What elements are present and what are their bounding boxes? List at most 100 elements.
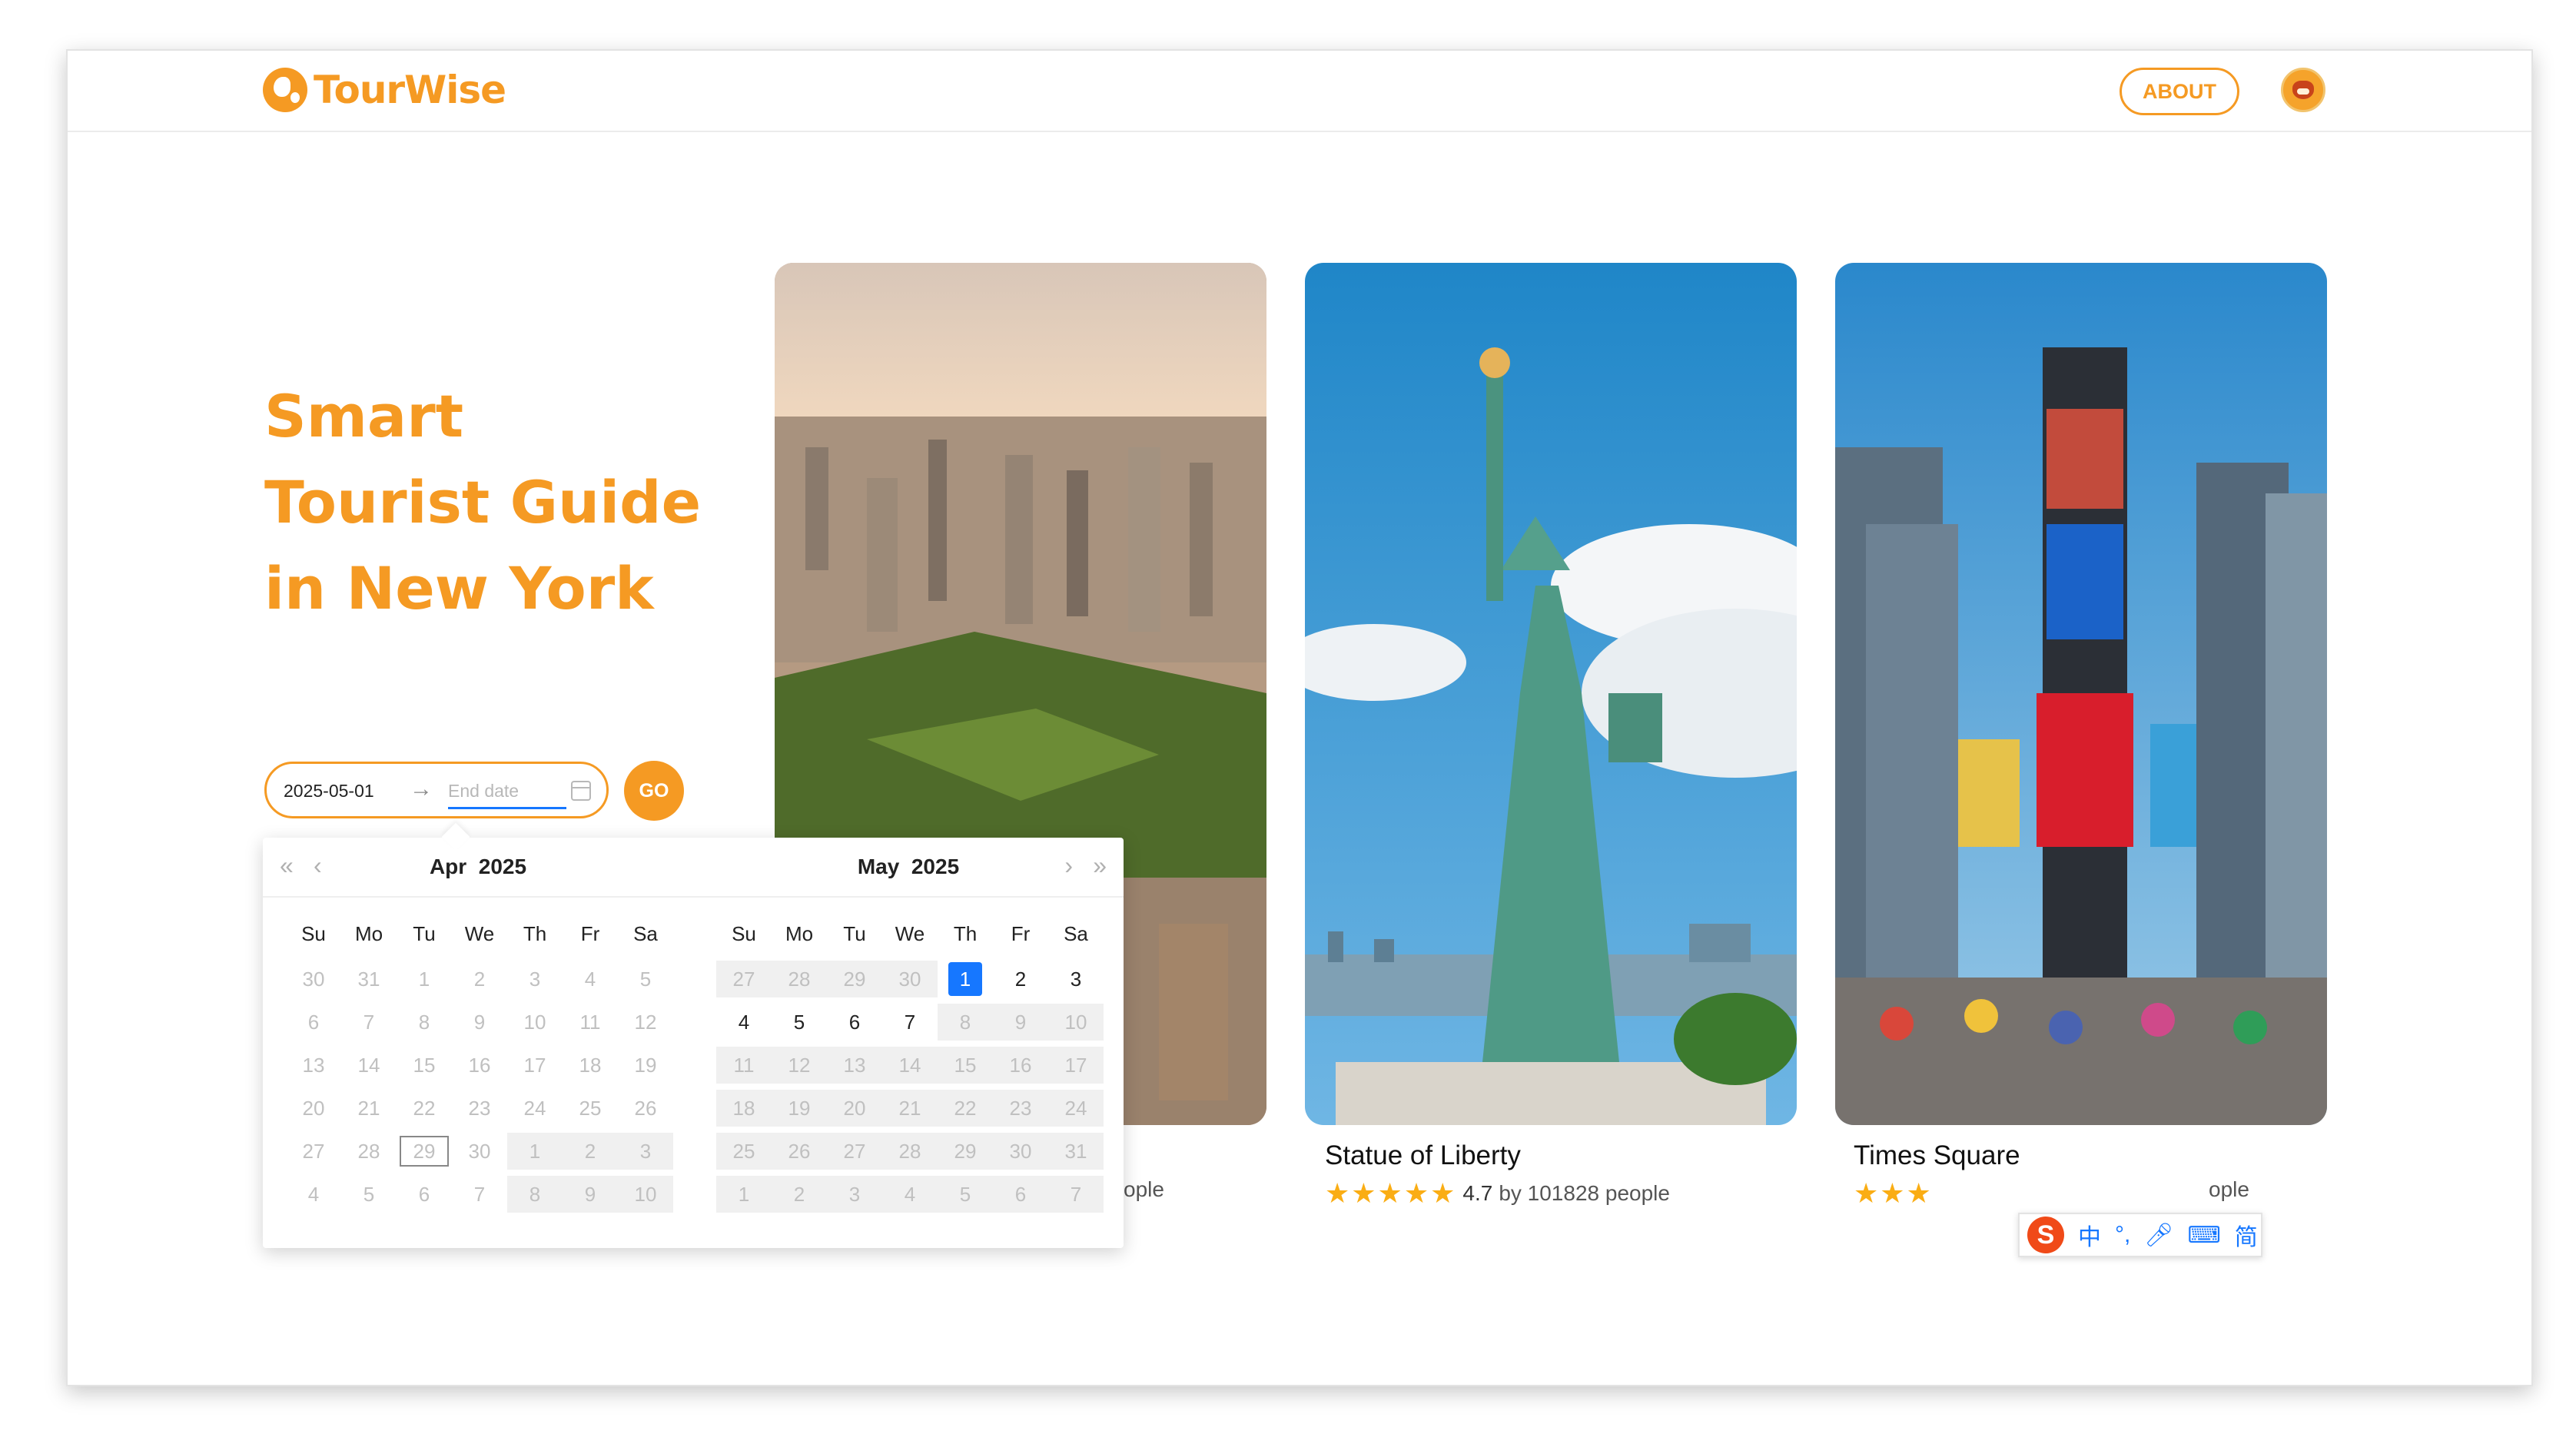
calendar-day[interactable]: 2 [452,961,507,997]
month-year-label[interactable]: May 2025 [693,855,1124,879]
calendar-day[interactable]: 14 [341,1047,397,1084]
calendar-day[interactable]: 7 [341,1004,397,1041]
calendar-day[interactable]: 16 [452,1047,507,1084]
calendar-day[interactable]: 12 [618,1004,673,1041]
calendar-day[interactable]: 4 [882,1176,938,1213]
calendar-day[interactable]: 28 [772,961,827,997]
calendar-day[interactable]: 20 [286,1090,341,1127]
calendar-day[interactable]: 20 [827,1090,882,1127]
ime-logo-icon[interactable]: S [2027,1217,2064,1253]
calendar-day[interactable]: 10 [1048,1004,1104,1041]
times-square-image[interactable] [1835,263,2327,1125]
calendar-day[interactable]: 26 [618,1090,673,1127]
calendar-day[interactable]: 7 [452,1176,507,1213]
calendar-day[interactable]: 1 [938,961,993,997]
calendar-day[interactable]: 2 [772,1176,827,1213]
calendar-day[interactable]: 13 [286,1047,341,1084]
calendar-day[interactable]: 4 [286,1176,341,1213]
ime-chinese-toggle[interactable]: 中 [2078,1218,2101,1252]
go-button[interactable]: GO [624,761,684,821]
calendar-day[interactable]: 6 [286,1004,341,1041]
calendar-day[interactable]: 23 [452,1090,507,1127]
calendar-day[interactable]: 16 [993,1047,1048,1084]
calendar-day[interactable]: 29 [397,1133,452,1170]
calendar-day[interactable]: 29 [938,1133,993,1170]
calendar-day[interactable]: 15 [397,1047,452,1084]
calendar-day[interactable]: 5 [938,1176,993,1213]
calendar-icon[interactable] [571,781,591,801]
calendar-day[interactable]: 11 [563,1004,618,1041]
calendar-day[interactable]: 5 [772,1004,827,1041]
calendar-day[interactable]: 22 [397,1090,452,1127]
statue-of-liberty-image[interactable] [1305,263,1797,1125]
calendar-day[interactable]: 17 [1048,1047,1104,1084]
calendar-day[interactable]: 7 [882,1004,938,1041]
calendar-day[interactable]: 3 [1048,961,1104,997]
calendar-day[interactable]: 13 [827,1047,882,1084]
calendar-day[interactable]: 21 [882,1090,938,1127]
calendar-day[interactable]: 3 [618,1133,673,1170]
calendar-day[interactable]: 9 [993,1004,1048,1041]
start-date-input[interactable]: 2025-05-01 [284,781,374,802]
about-button[interactable]: ABOUT [2120,68,2239,115]
avatar[interactable] [2281,68,2325,112]
end-date-input[interactable]: End date [448,781,519,802]
date-range-picker[interactable]: 2025-05-01 → End date [264,762,609,818]
calendar-day[interactable]: 24 [507,1090,563,1127]
calendar-day[interactable]: 6 [397,1176,452,1213]
card-title-times-square[interactable]: Times Square [1854,1140,2020,1171]
calendar-day[interactable]: 10 [507,1004,563,1041]
calendar-day[interactable]: 31 [1048,1133,1104,1170]
calendar-day[interactable]: 1 [397,961,452,997]
mic-icon[interactable]: 🎤︎ [2144,1222,2173,1249]
calendar-day[interactable]: 31 [341,961,397,997]
calendar-day[interactable]: 28 [882,1133,938,1170]
calendar-day[interactable]: 3 [827,1176,882,1213]
keyboard-icon[interactable]: ⌨ [2187,1222,2220,1249]
calendar-day[interactable]: 19 [618,1047,673,1084]
ime-toolbar[interactable]: S 中 °, 🎤︎ ⌨ 简 [2018,1213,2262,1257]
calendar-day[interactable]: 23 [993,1090,1048,1127]
calendar-day[interactable]: 25 [563,1090,618,1127]
calendar-day[interactable]: 24 [1048,1090,1104,1127]
calendar-day[interactable]: 1 [507,1133,563,1170]
calendar-day[interactable]: 12 [772,1047,827,1084]
calendar-day[interactable]: 21 [341,1090,397,1127]
calendar-day[interactable]: 19 [772,1090,827,1127]
calendar-day[interactable]: 1 [716,1176,772,1213]
calendar-day[interactable]: 27 [827,1133,882,1170]
calendar-day[interactable]: 6 [993,1176,1048,1213]
calendar-day[interactable]: 25 [716,1133,772,1170]
calendar-day[interactable]: 30 [993,1133,1048,1170]
calendar-day[interactable]: 30 [882,961,938,997]
calendar-day[interactable]: 5 [618,961,673,997]
calendar-day[interactable]: 30 [286,961,341,997]
calendar-day[interactable]: 9 [563,1176,618,1213]
calendar-day[interactable]: 28 [341,1133,397,1170]
ime-punctuation-toggle[interactable]: °, [2115,1222,2130,1248]
calendar-day[interactable]: 29 [827,961,882,997]
next-month-icon[interactable]: › [1064,851,1073,880]
calendar-day[interactable]: 3 [507,961,563,997]
calendar-day[interactable]: 27 [716,961,772,997]
calendar-day[interactable]: 5 [341,1176,397,1213]
calendar-day[interactable]: 15 [938,1047,993,1084]
ime-simplified-toggle[interactable]: 简 [2235,1218,2258,1252]
calendar-day[interactable]: 8 [507,1176,563,1213]
calendar-day[interactable]: 18 [716,1090,772,1127]
calendar-day[interactable]: 8 [938,1004,993,1041]
calendar-day[interactable]: 22 [938,1090,993,1127]
calendar-day[interactable]: 17 [507,1047,563,1084]
card-title-liberty[interactable]: Statue of Liberty [1325,1140,1521,1171]
calendar-day[interactable]: 26 [772,1133,827,1170]
calendar-day[interactable]: 11 [716,1047,772,1084]
next-year-icon[interactable]: » [1093,851,1107,880]
calendar-day[interactable]: 7 [1048,1176,1104,1213]
calendar-day[interactable]: 4 [716,1004,772,1041]
calendar-day[interactable]: 6 [827,1004,882,1041]
calendar-day[interactable]: 4 [563,961,618,997]
calendar-day[interactable]: 8 [397,1004,452,1041]
calendar-day[interactable]: 9 [452,1004,507,1041]
brand-logo[interactable]: TourWise [263,68,506,112]
month-year-label[interactable]: Apr 2025 [263,855,693,879]
